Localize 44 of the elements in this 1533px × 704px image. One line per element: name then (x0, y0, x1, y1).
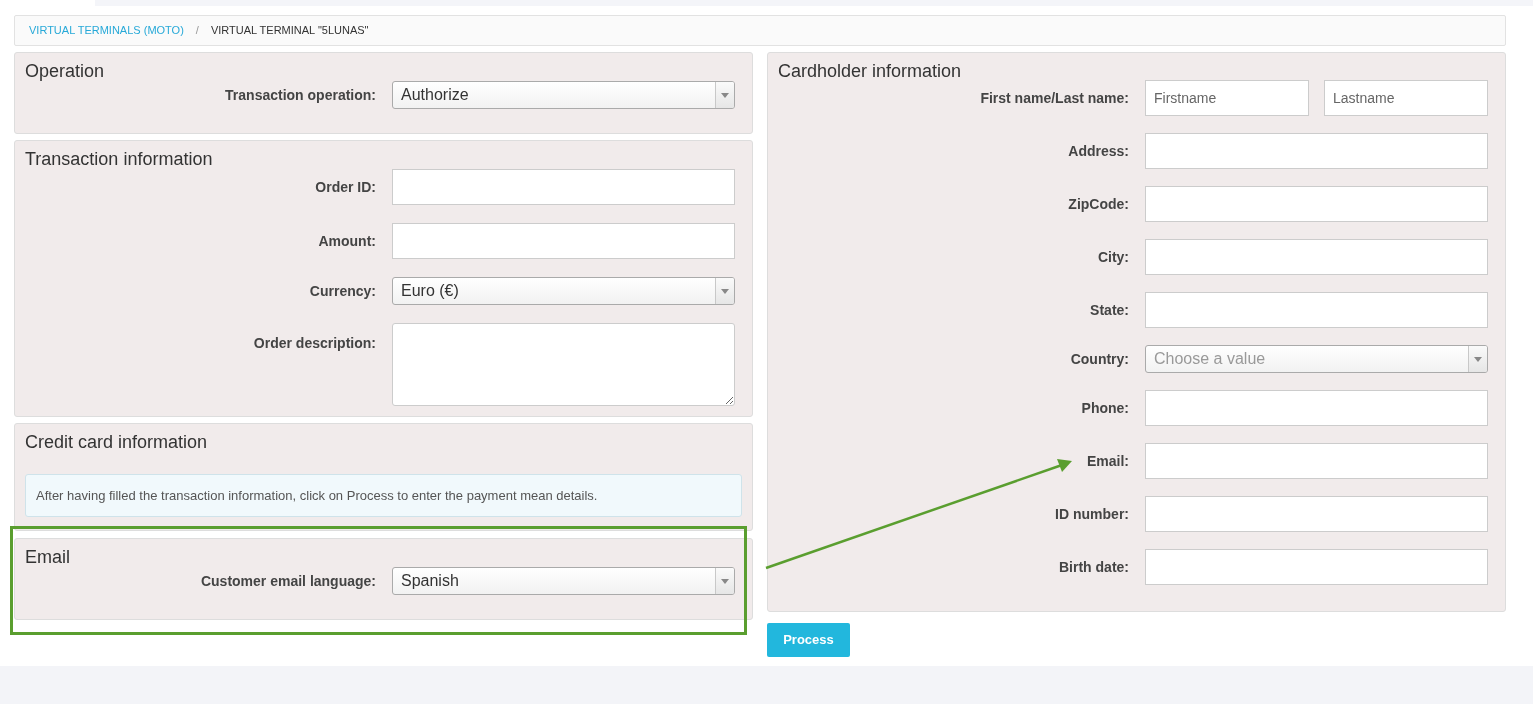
input-field[interactable] (392, 223, 735, 259)
input-field[interactable] (1145, 186, 1488, 222)
field-label: Country: (1070, 349, 1129, 369)
field-label: Order ID: (315, 177, 376, 197)
field-label: Birth date: (1059, 557, 1129, 577)
breadcrumb-current: VIRTUAL TERMINAL "5LUNAS" (210, 23, 369, 39)
panel-title: Transaction information (25, 149, 214, 169)
field-label: ZipCode: (1068, 194, 1129, 214)
input-field[interactable] (1145, 133, 1488, 169)
info-notice: After having filled the transaction information, click on Process to enter the payment mean details. (25, 474, 742, 517)
field-label: Currency: (309, 281, 376, 301)
field-label: Amount: (318, 231, 376, 251)
breadcrumb-separator: / (195, 23, 199, 39)
field-label: State: (1090, 300, 1129, 320)
caret-icon (721, 288, 729, 294)
panel-title: Cardholder information (778, 61, 963, 81)
caret-icon (1474, 356, 1482, 362)
select-field[interactable]: Authorize (392, 81, 735, 109)
panel-title: Email (25, 547, 71, 567)
field-label: Address: (1068, 141, 1129, 161)
field-label: City: (1097, 247, 1129, 267)
input-field[interactable]: Lastname (1324, 80, 1488, 116)
caret-icon (721, 92, 729, 98)
panel-title: Operation (25, 61, 106, 81)
input-field[interactable] (1145, 239, 1488, 275)
input-field[interactable] (1145, 443, 1488, 479)
select-field[interactable]: Spanish (392, 567, 735, 595)
field-label: Customer email language: (200, 571, 376, 591)
field-label: ID number: (1055, 504, 1129, 524)
field-label: Order description: (253, 334, 376, 353)
field-label: Phone: (1081, 398, 1129, 418)
field-label: First name/Last name: (980, 88, 1129, 108)
field-label: Transaction operation: (225, 85, 376, 105)
input-field[interactable] (392, 169, 735, 205)
panel-title: Credit card information (25, 432, 209, 452)
textarea-field[interactable] (392, 323, 735, 406)
input-field[interactable] (1145, 549, 1488, 585)
input-field[interactable] (1145, 390, 1488, 426)
select-field[interactable]: Euro (€) (392, 277, 735, 305)
field-label: Email: (1087, 451, 1129, 471)
input-field[interactable]: Firstname (1145, 80, 1309, 116)
input-field[interactable] (1145, 496, 1488, 532)
caret-icon (721, 578, 729, 584)
input-field[interactable] (1145, 292, 1488, 328)
